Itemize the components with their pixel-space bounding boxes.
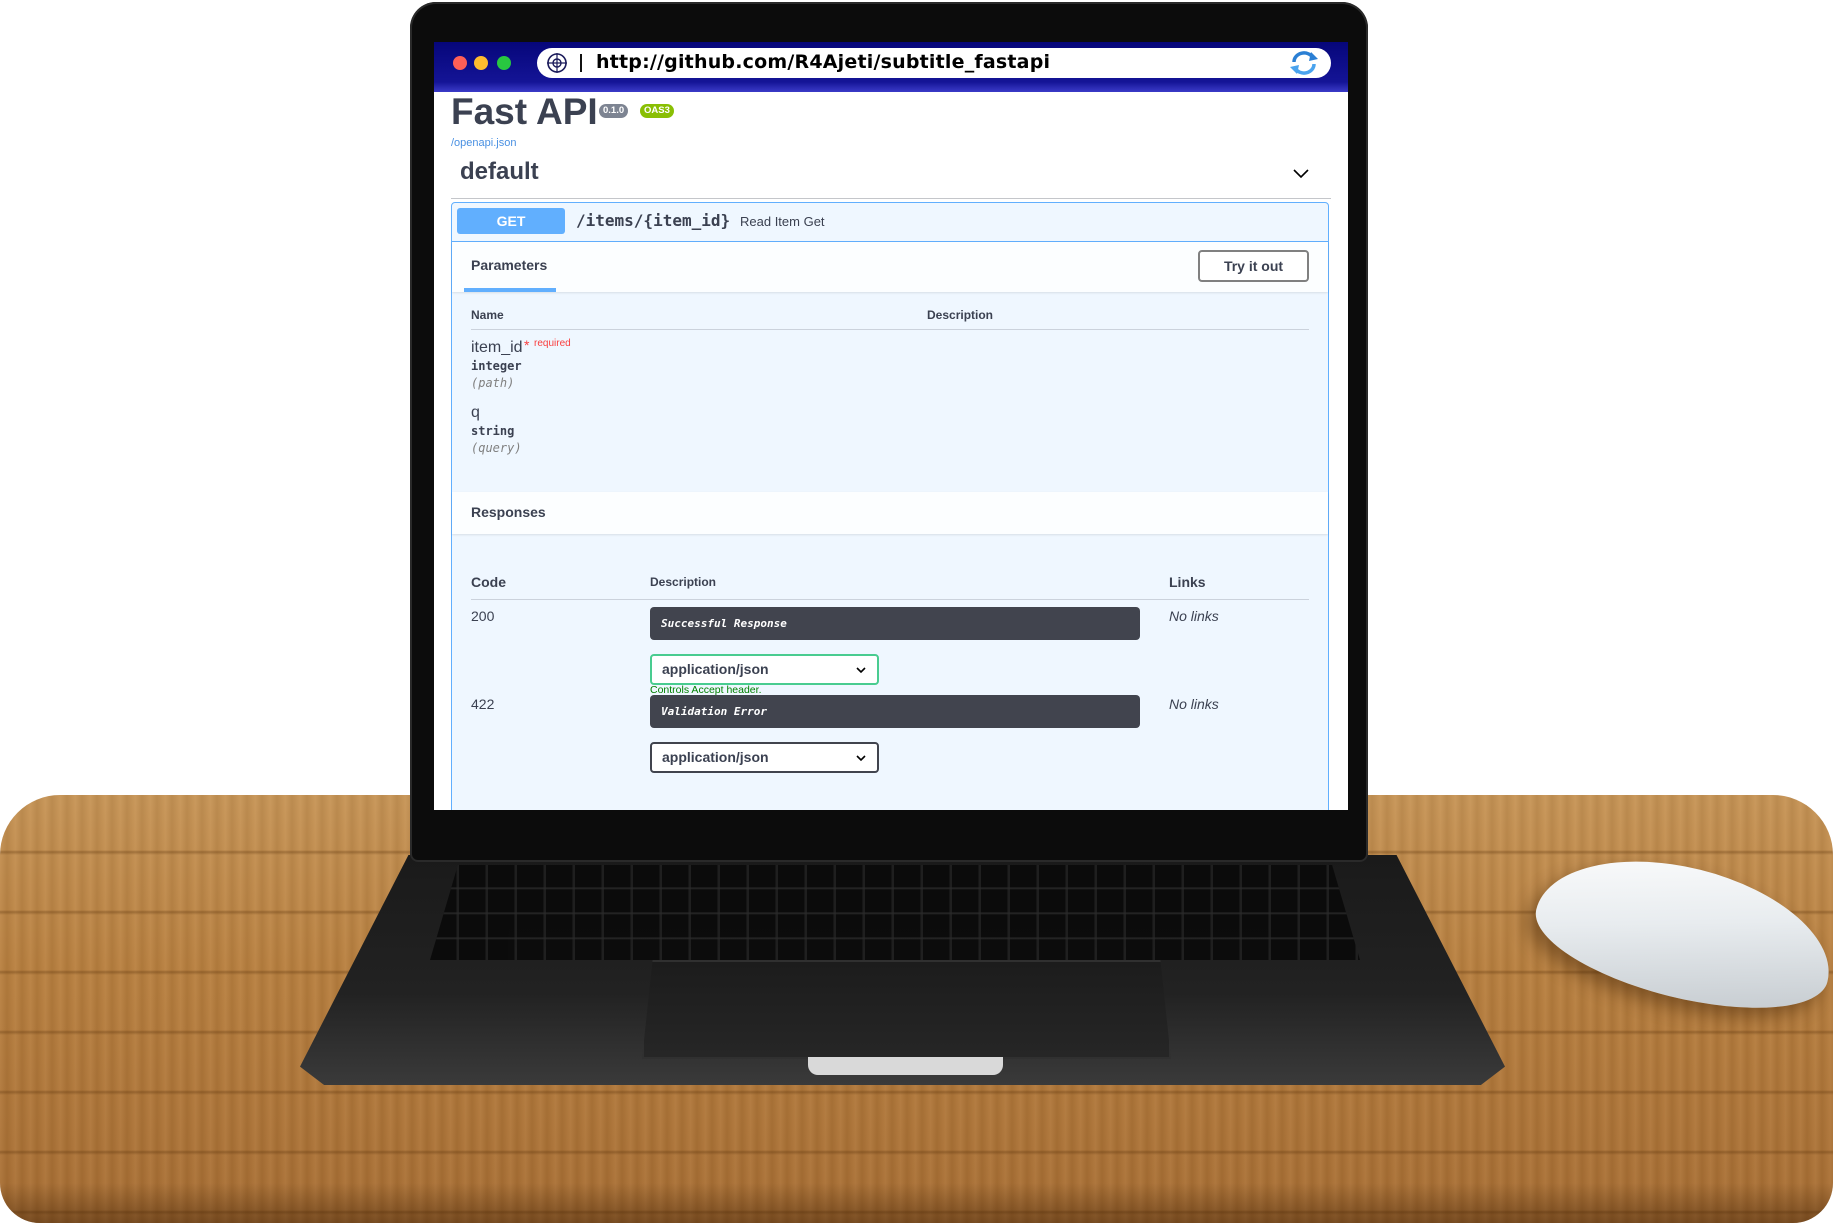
links-column-header: Links [1169, 574, 1206, 590]
try-it-out-button[interactable]: Try it out [1198, 250, 1309, 282]
lid-notch [808, 1057, 1003, 1075]
param-location: (query) [471, 441, 522, 455]
response-description: Successful Response [650, 607, 1140, 640]
media-type-select[interactable]: application/json [650, 742, 879, 773]
param-name: q [471, 404, 480, 421]
required-label: required [534, 338, 571, 349]
desk-edge [0, 1183, 1833, 1223]
description-column-header: Description [650, 575, 717, 589]
param-name-header: Name [471, 308, 504, 322]
responses-title: Responses [471, 504, 546, 520]
params-divider [471, 329, 1309, 330]
param-location: (path) [471, 376, 515, 390]
keyboard-rows [430, 865, 1360, 960]
chevron-down-icon [856, 667, 866, 674]
response-code: 422 [471, 696, 495, 712]
param-description-header: Description [927, 308, 994, 322]
response-description-text: Successful Response [661, 617, 787, 630]
response-code: 200 [471, 608, 495, 624]
media-type-value: application/json [662, 749, 769, 765]
code-column-header: Code [471, 574, 506, 590]
swagger-content: /openapi.json default GET /items/{item_i… [434, 42, 1348, 810]
operation-summary[interactable]: GET /items/{item_id} Read Item Get [452, 203, 1328, 242]
media-type-value: application/json [662, 661, 769, 677]
operation-path: /items/{item_id} [576, 211, 731, 230]
chevron-down-icon [856, 755, 866, 762]
param-type: integer [471, 359, 522, 373]
response-links: No links [1169, 696, 1219, 712]
method-badge: GET [457, 208, 565, 234]
tag-section-header[interactable]: default [451, 150, 1331, 199]
operation-block: GET /items/{item_id} Read Item Get Param… [451, 202, 1329, 810]
chevron-down-icon[interactable] [1293, 166, 1309, 182]
required-star: * [524, 337, 530, 353]
operation-summary-text: Read Item Get [740, 214, 825, 229]
responses-divider [471, 599, 1309, 600]
response-links: No links [1169, 608, 1219, 624]
tab-parameters[interactable]: Parameters [471, 257, 547, 273]
tag-name: default [460, 158, 539, 185]
param-type: string [471, 424, 515, 438]
response-description: Validation Error [650, 695, 1140, 728]
tab-active-indicator [464, 288, 556, 292]
parameters-header: Parameters Try it out [452, 242, 1328, 292]
response-description-text: Validation Error [661, 705, 767, 718]
openapi-json-link[interactable]: /openapi.json [451, 137, 516, 149]
param-name: item_id [471, 339, 523, 356]
responses-header: Responses [452, 492, 1328, 534]
trackpad [642, 960, 1171, 1059]
media-type-select[interactable]: application/json [650, 654, 879, 685]
